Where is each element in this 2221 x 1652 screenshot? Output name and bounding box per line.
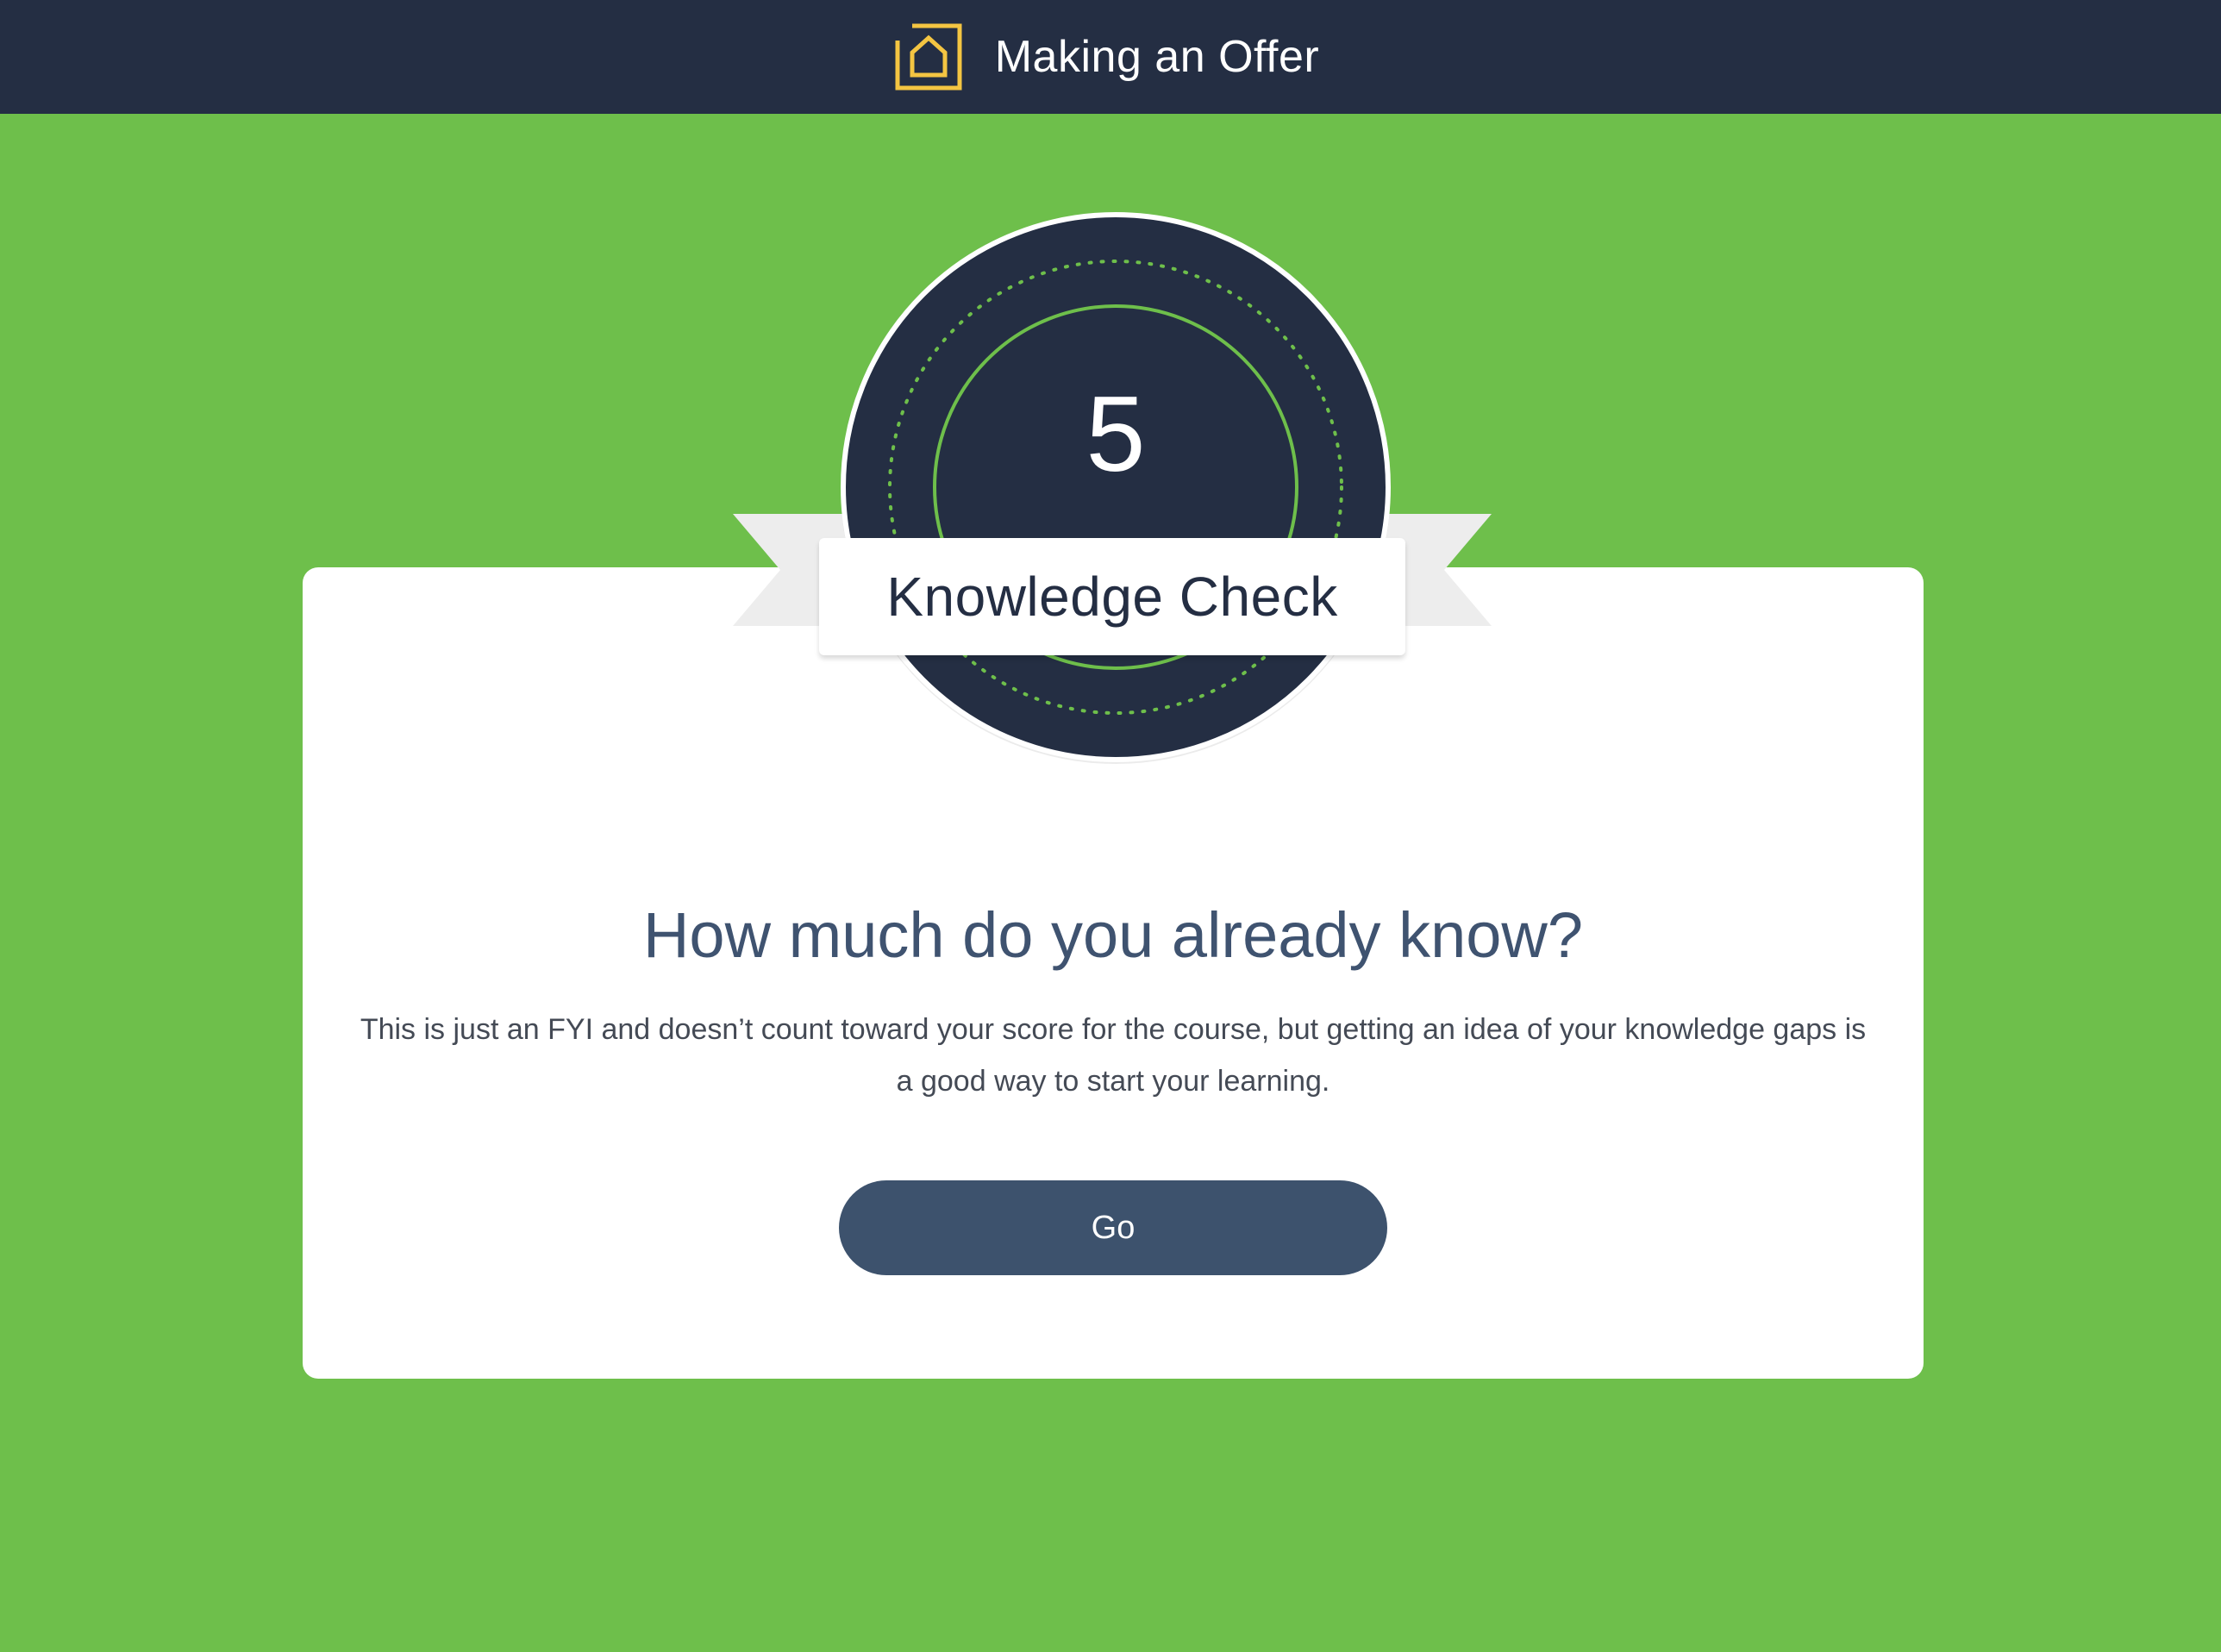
badge-label: Knowledge Check [886,566,1338,628]
page-heading: How much do you already know? [642,898,1584,971]
knowledge-check-number: 5 [1085,375,1146,494]
go-button[interactable]: Go [839,1180,1387,1275]
house-logo-icon [895,23,962,91]
app-title: Making an Offer [994,32,1320,82]
badge-banner: Knowledge Check [819,538,1405,655]
description-text: This is just an FYI and doesn’t count to… [360,1013,1867,1098]
knowledge-check-badge: 5 Knowledge Check [733,212,1492,773]
brand: Making an Offer [893,22,1320,92]
top-header: Making an Offer [0,0,2221,114]
medal-circle: 5 [841,212,1391,762]
